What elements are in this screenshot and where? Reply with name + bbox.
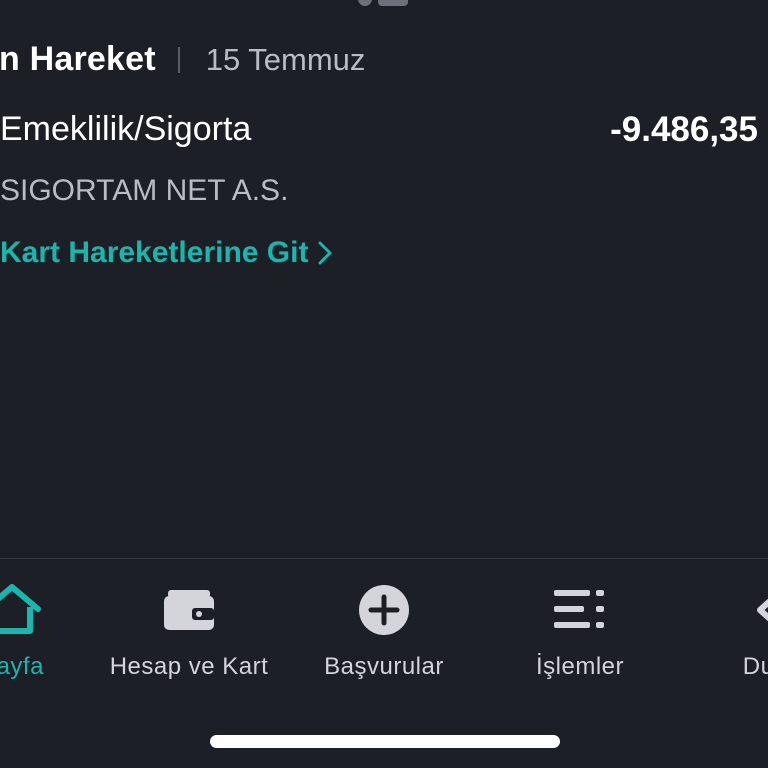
transaction-merchant: SIGORTAM NET A.S. [0, 174, 289, 207]
handle-dot [358, 0, 372, 6]
handle-pill [378, 0, 408, 6]
status-icon [757, 598, 768, 622]
tab-label: İşlemler [535, 653, 624, 680]
home-icon [0, 584, 41, 634]
card-transactions-link[interactable]: Kart Hareketlerine Git [0, 236, 332, 270]
tab-status[interactable]: Durum [685, 583, 768, 681]
section-date: 15 Temmuz [205, 41, 366, 77]
section-title: on Hareket [0, 40, 156, 78]
tab-account-and-card[interactable]: Hesap ve Kart [94, 583, 284, 681]
section-header: on Hareket 15 Temmuz [0, 40, 365, 79]
plus-circle-icon [359, 585, 409, 635]
tab-label: Durum [742, 653, 768, 680]
transaction-category: Emeklilik/Sigorta [0, 110, 252, 148]
home-indicator[interactable] [210, 735, 560, 748]
tab-home[interactable]: Sayfa [0, 583, 107, 681]
tab-transactions[interactable]: İşlemler [485, 583, 675, 681]
header-divider [177, 46, 180, 73]
list-icon [554, 590, 604, 628]
tab-label: Başvurular [324, 653, 444, 680]
tab-label: Sayfa [0, 653, 44, 680]
screen: on Hareket 15 Temmuz Emeklilik/Sigorta -… [0, 0, 768, 768]
drag-handle-icon[interactable] [358, 0, 410, 6]
transaction-amount: -9.486,35 [610, 110, 758, 149]
card-transactions-link-label: Kart Hareketlerine Git [0, 236, 309, 269]
wallet-icon [164, 590, 214, 630]
chevron-right-icon [318, 241, 332, 265]
tab-applications[interactable]: Başvurular [289, 583, 479, 681]
tab-label: Hesap ve Kart [109, 653, 269, 680]
